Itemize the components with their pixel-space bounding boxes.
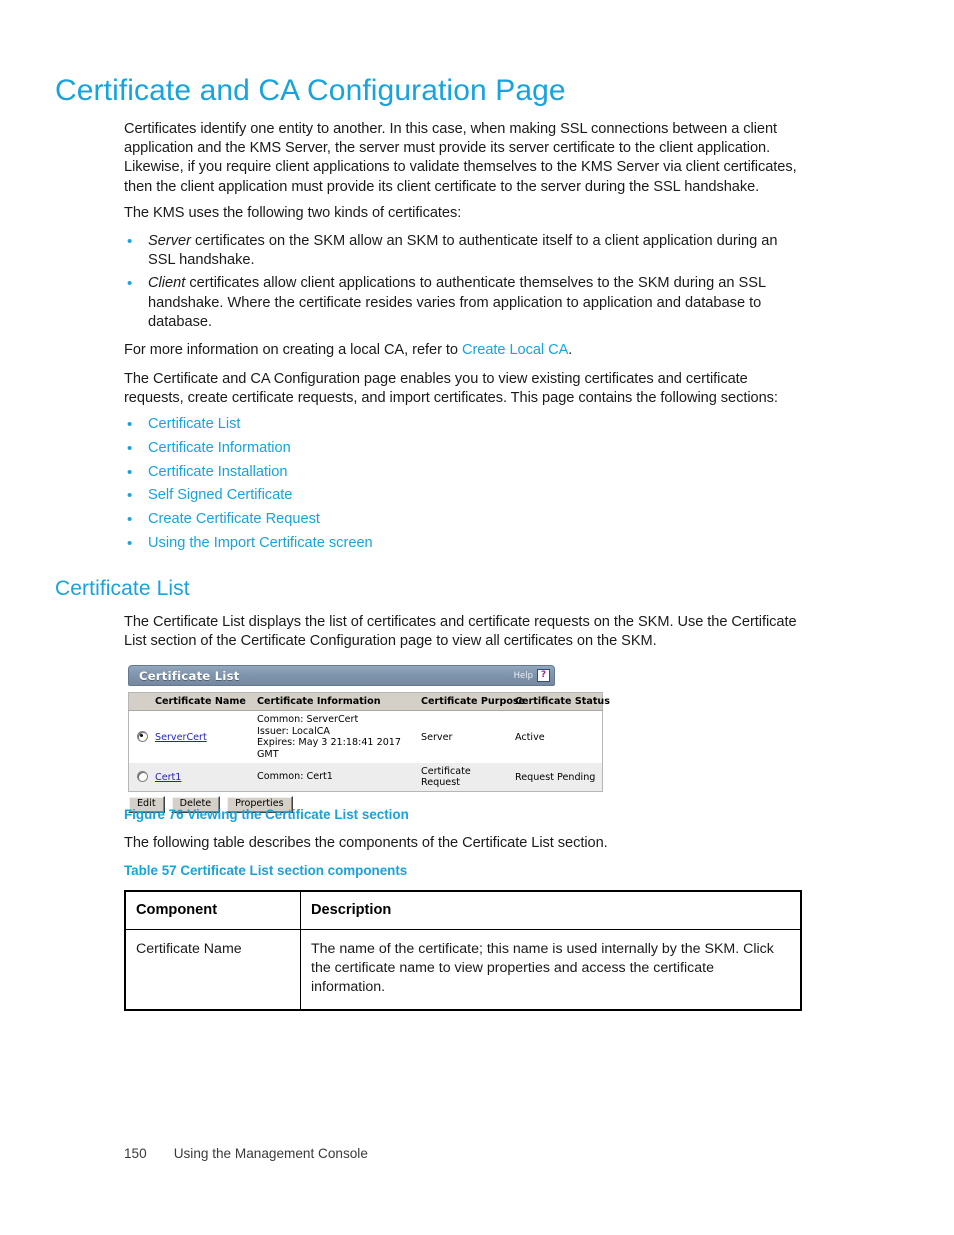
bullet-icon: • xyxy=(127,534,133,552)
sections-link-list-block: • Certificate List • Certificate Informati… xyxy=(124,415,808,558)
certificate-list-paragraph-block: The Certificate List displays the list o… xyxy=(124,613,808,651)
certificate-name-link-cert1[interactable]: Cert1 xyxy=(155,772,181,783)
link-certificate-installation[interactable]: Certificate Installation xyxy=(148,464,288,480)
local-ca-text-before: For more information on creating a local… xyxy=(124,342,462,358)
bullet-icon: • xyxy=(127,416,133,433)
document-page: Certificate and CA Configuration Page Ce… xyxy=(0,0,954,1235)
cell-description: The name of the certificate; this name i… xyxy=(300,929,802,1011)
column-select xyxy=(128,692,153,711)
link-create-certificate-request[interactable]: Create Certificate Request xyxy=(148,511,320,527)
certificate-list-table: Certificate Name Certificate Information… xyxy=(128,692,610,792)
row-radio-cell[interactable] xyxy=(128,710,153,763)
header-description: Description xyxy=(300,890,802,930)
kinds-lead-block: The KMS uses the following two kinds of … xyxy=(124,204,808,223)
local-ca-block: For more information on creating a local… xyxy=(124,341,808,360)
bullet-icon: • xyxy=(127,233,133,250)
list-item: • Certificate Information xyxy=(124,439,808,458)
bullet-icon: • xyxy=(127,463,133,481)
info-line: Common: ServerCert xyxy=(257,714,359,725)
sections-link-list: • Certificate List • Certificate Informati… xyxy=(124,415,808,553)
info-line: Expires: May 3 21:18:41 2017 GMT xyxy=(257,737,401,760)
local-ca-text-after: . xyxy=(568,342,573,358)
list-item: • Certificate Installation xyxy=(124,463,808,482)
list-item: • Using the Import Certificate screen xyxy=(124,534,808,553)
cell-certificate-purpose: Certificate Request xyxy=(419,763,513,792)
list-item: • Self Signed Certificate xyxy=(124,486,808,505)
screenshot-titlebar: Certificate List Help ? xyxy=(128,665,555,686)
bullet-icon: • xyxy=(127,439,133,457)
page-title: Certificate and CA Configuration Page xyxy=(55,74,566,107)
table-lead-paragraph: The following table describes the compon… xyxy=(124,835,608,851)
list-item: • Create Certificate Request xyxy=(124,510,808,529)
table-lead-block: The following table describes the compon… xyxy=(124,834,808,853)
radio-button-cert1[interactable] xyxy=(136,771,148,783)
cell-certificate-name[interactable]: ServerCert xyxy=(153,710,255,763)
table-row: Certificate Name The name of the certifi… xyxy=(124,929,802,1011)
kind-emphasis: Client xyxy=(148,275,186,292)
info-line: Common: Cert1 xyxy=(257,771,333,783)
column-certificate-status: Certificate Status xyxy=(513,692,610,711)
certificate-list-paragraph: The Certificate List displays the list o… xyxy=(124,614,797,650)
link-certificate-information[interactable]: Certificate Information xyxy=(148,440,291,456)
intro-paragraph: Certificates identify one entity to anot… xyxy=(124,121,797,195)
column-certificate-information: Certificate Information xyxy=(255,692,419,711)
table-header-row: Certificate Name Certificate Information… xyxy=(128,692,610,711)
components-table-wrapper: Component Description Certificate Name T… xyxy=(124,890,802,1011)
intro-paragraph-block: Certificates identify one entity to anot… xyxy=(124,120,808,197)
column-certificate-name: Certificate Name xyxy=(153,692,255,711)
section-heading-certificate-list: Certificate List xyxy=(55,577,190,600)
link-using-import-certificate-screen[interactable]: Using the Import Certificate screen xyxy=(148,535,373,551)
cell-certificate-information: Common: ServerCert Issuer: LocalCA Expir… xyxy=(255,710,419,763)
certificate-name-link-servercert[interactable]: ServerCert xyxy=(155,732,207,743)
radio-button-servercert[interactable] xyxy=(136,731,148,743)
table-row[interactable]: ServerCert Common: ServerCert Issuer: Lo… xyxy=(128,710,603,763)
list-item: • Server certificates on the SKM allow a… xyxy=(124,232,808,270)
link-self-signed-certificate[interactable]: Self Signed Certificate xyxy=(148,487,292,503)
components-table: Component Description Certificate Name T… xyxy=(124,890,802,1011)
cell-certificate-status: Active xyxy=(513,710,603,763)
cell-certificate-status: Request Pending xyxy=(513,763,603,792)
sections-lead-block: The Certificate and CA Configuration pag… xyxy=(124,370,808,408)
table-row[interactable]: Cert1 Common: Cert1 Certificate Request … xyxy=(128,763,603,792)
create-local-ca-link[interactable]: Create Local CA xyxy=(462,342,568,358)
header-component: Component xyxy=(124,890,301,930)
bullet-icon: • xyxy=(127,511,133,529)
row-radio-cell[interactable] xyxy=(128,763,153,792)
footer-page-number: 150 xyxy=(124,1146,147,1161)
bullet-icon: • xyxy=(127,487,133,505)
question-mark-icon[interactable]: ? xyxy=(537,669,550,682)
local-ca-paragraph: For more information on creating a local… xyxy=(124,341,808,360)
table-header-row: Component Description xyxy=(124,890,802,930)
help-label: Help xyxy=(513,670,533,681)
kind-text: certificates allow client applications t… xyxy=(148,275,766,330)
cell-certificate-purpose: Server xyxy=(419,710,513,763)
kind-text: certificates on the SKM allow an SKM to … xyxy=(148,233,778,269)
bullet-icon: • xyxy=(127,275,133,293)
kinds-lead-paragraph: The KMS uses the following two kinds of … xyxy=(124,205,462,221)
certificate-kinds-list: • Server certificates on the SKM allow a… xyxy=(124,232,808,332)
list-item: • Certificate List xyxy=(124,415,808,434)
sections-lead-paragraph: The Certificate and CA Configuration pag… xyxy=(124,371,778,407)
cell-certificate-information: Common: Cert1 xyxy=(255,763,419,792)
help-control[interactable]: Help ? xyxy=(514,669,550,682)
kind-emphasis: Server xyxy=(148,233,191,249)
list-item: • Client certificates allow client appli… xyxy=(124,274,808,332)
cell-component: Certificate Name xyxy=(124,929,301,1011)
page-footer: 150 Using the Management Console xyxy=(124,1146,368,1161)
cell-certificate-name[interactable]: Cert1 xyxy=(153,763,255,792)
column-certificate-purpose: Certificate Purpose xyxy=(419,692,525,711)
figure-caption: Figure 76 Viewing the Certificate List s… xyxy=(124,807,409,822)
info-line: Issuer: LocalCA xyxy=(257,725,330,737)
kinds-list-block: • Server certificates on the SKM allow a… xyxy=(124,232,808,336)
certificate-list-screenshot-figure: Certificate List Help ? Certificate Name… xyxy=(128,665,610,813)
link-certificate-list[interactable]: Certificate List xyxy=(148,416,240,432)
table-caption: Table 57 Certificate List section compon… xyxy=(124,863,408,878)
screenshot-title: Certificate List xyxy=(139,668,240,683)
footer-chapter-title: Using the Management Console xyxy=(173,1146,368,1161)
